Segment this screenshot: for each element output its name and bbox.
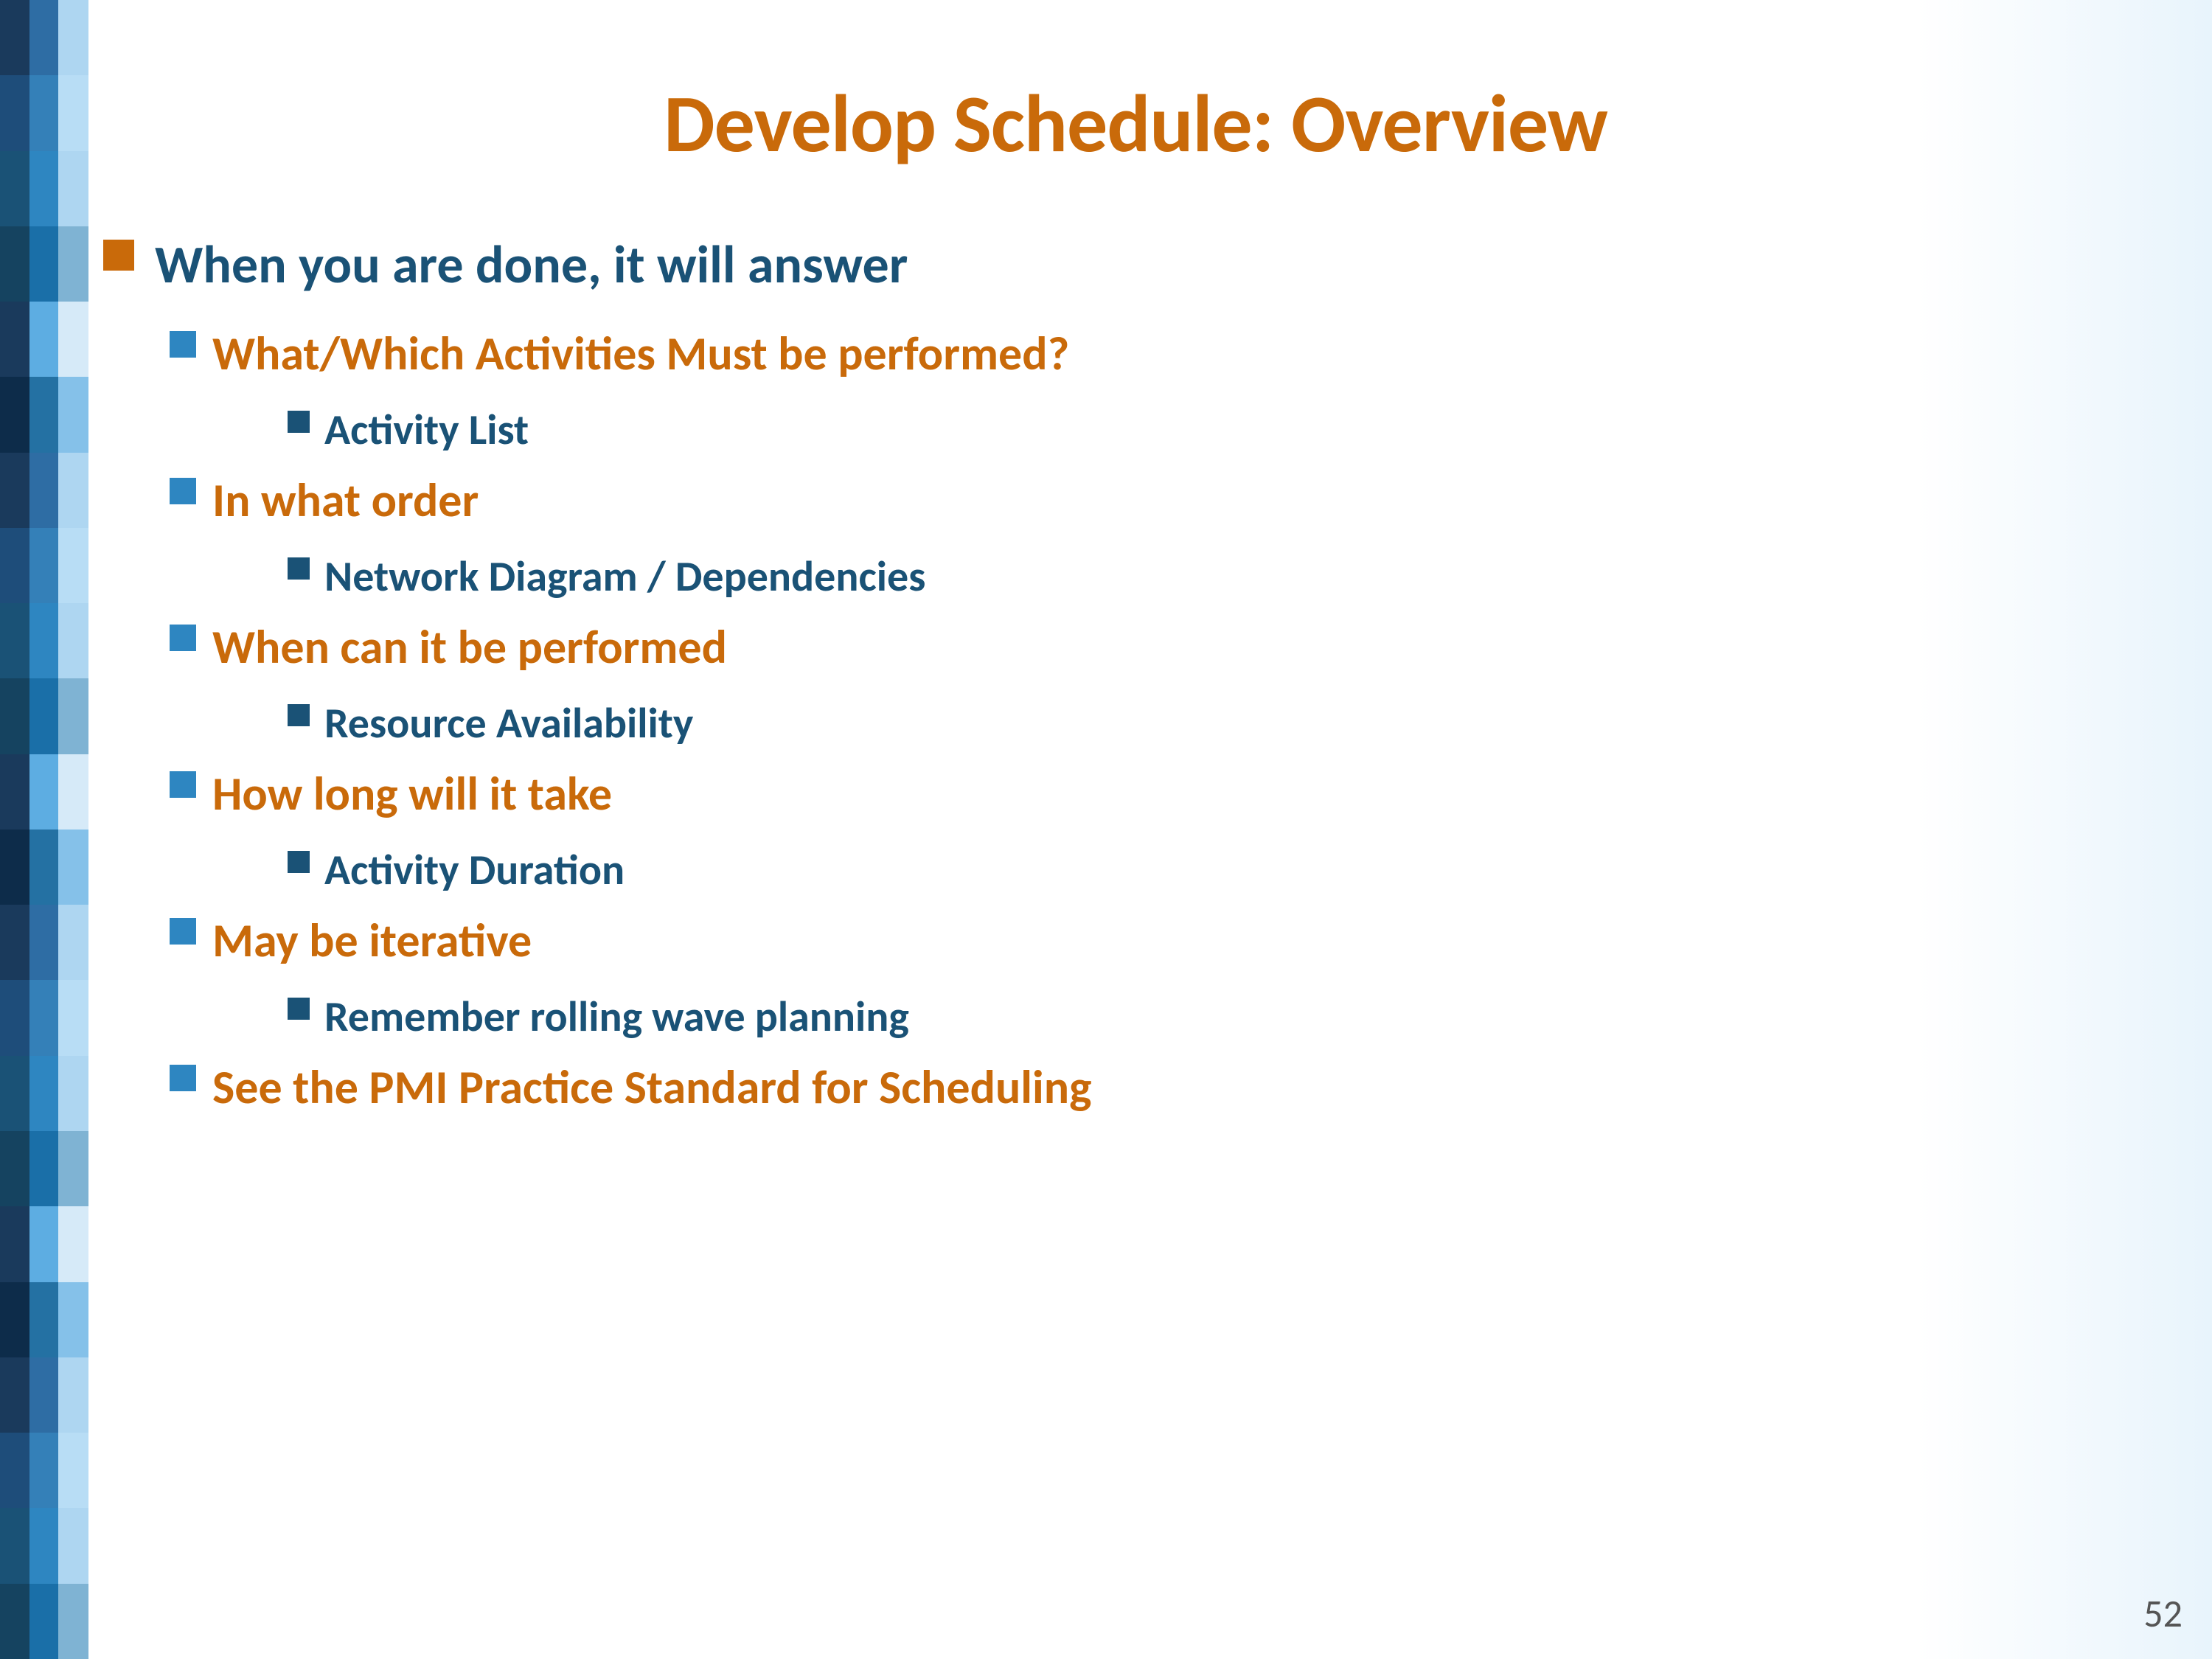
strip-row <box>0 1131 88 1206</box>
slide-content: Develop Schedule: Overview When you are … <box>103 44 2168 1615</box>
bullet-square-dark <box>288 851 310 873</box>
strip-row <box>0 528 88 603</box>
bullet-square-orange <box>103 240 134 271</box>
level2-list: What/Which Activities Must be performed?… <box>103 325 2168 1116</box>
bullet-square-blue <box>170 918 196 945</box>
strip-row <box>0 603 88 678</box>
strip-row <box>0 453 88 528</box>
strip-row <box>0 830 88 905</box>
list-item: Network Diagram / Dependencies <box>288 550 2168 602</box>
bullet-square-blue <box>170 771 196 798</box>
bullet-square-blue <box>170 625 196 651</box>
list-item: When can it be performed <box>170 619 2168 676</box>
strip-row <box>0 1433 88 1508</box>
level2-label: See the PMI Practice Standard for Schedu… <box>212 1059 1091 1116</box>
list-item: Remember rolling wave planning <box>288 990 2168 1043</box>
level2-label: What/Which Activities Must be performed? <box>212 325 1069 383</box>
level2-label: When can it be performed <box>212 619 727 676</box>
list-item: How long will it take <box>170 765 2168 823</box>
list-item: Activity List <box>288 403 2168 456</box>
list-item: In what order <box>170 472 2168 529</box>
level3-list: Activity Duration <box>170 844 2168 896</box>
list-item: When you are done, it will answer <box>103 232 2168 297</box>
list-item: Activity Duration <box>288 844 2168 896</box>
main-bullet-list: When you are done, it will answer What/W… <box>103 232 2168 1116</box>
strip-row <box>0 377 88 452</box>
level3-list: Remember rolling wave planning <box>170 990 2168 1043</box>
level1-label: When you are done, it will answer <box>155 232 908 297</box>
strip-row <box>0 1282 88 1357</box>
level3-label: Network Diagram / Dependencies <box>324 550 925 602</box>
level3-label: Resource Availability <box>324 697 693 749</box>
bullet-square-blue <box>170 331 196 358</box>
list-item: See the PMI Practice Standard for Schedu… <box>170 1059 2168 1116</box>
level3-label: Activity Duration <box>324 844 625 896</box>
level3-list: Network Diagram / Dependencies <box>170 550 2168 602</box>
strip-row <box>0 302 88 377</box>
bullet-square-dark <box>288 704 310 726</box>
bullet-square-dark <box>288 998 310 1020</box>
left-decorative-strip <box>0 0 88 1659</box>
bullet-square-dark <box>288 557 310 580</box>
strip-row <box>0 1508 88 1583</box>
strip-row <box>0 226 88 302</box>
page-number: 52 <box>2143 1590 2183 1637</box>
strip-row <box>0 754 88 830</box>
bullet-square-dark <box>288 411 310 433</box>
level3-label: Activity List <box>324 403 529 456</box>
level2-label: In what order <box>212 472 479 529</box>
strip-row <box>0 1357 88 1433</box>
strip-row <box>0 678 88 754</box>
bullet-square-blue <box>170 1065 196 1091</box>
strip-row <box>0 151 88 226</box>
strip-row <box>0 905 88 980</box>
strip-row <box>0 980 88 1055</box>
list-item: What/Which Activities Must be performed? <box>170 325 2168 383</box>
list-item: Resource Availability <box>288 697 2168 749</box>
strip-row <box>0 1056 88 1131</box>
strip-row <box>0 1206 88 1281</box>
level2-label: May be iterative <box>212 912 532 970</box>
strip-row <box>0 0 88 75</box>
level3-list: Activity List <box>170 403 2168 456</box>
list-item: May be iterative <box>170 912 2168 970</box>
bullet-square-blue <box>170 478 196 504</box>
level3-label: Remember rolling wave planning <box>324 990 909 1043</box>
slide-title: Develop Schedule: Overview <box>103 74 2168 173</box>
level2-label: How long will it take <box>212 765 612 823</box>
strip-row <box>0 75 88 150</box>
level3-list: Resource Availability <box>170 697 2168 749</box>
strip-row <box>0 1584 88 1659</box>
